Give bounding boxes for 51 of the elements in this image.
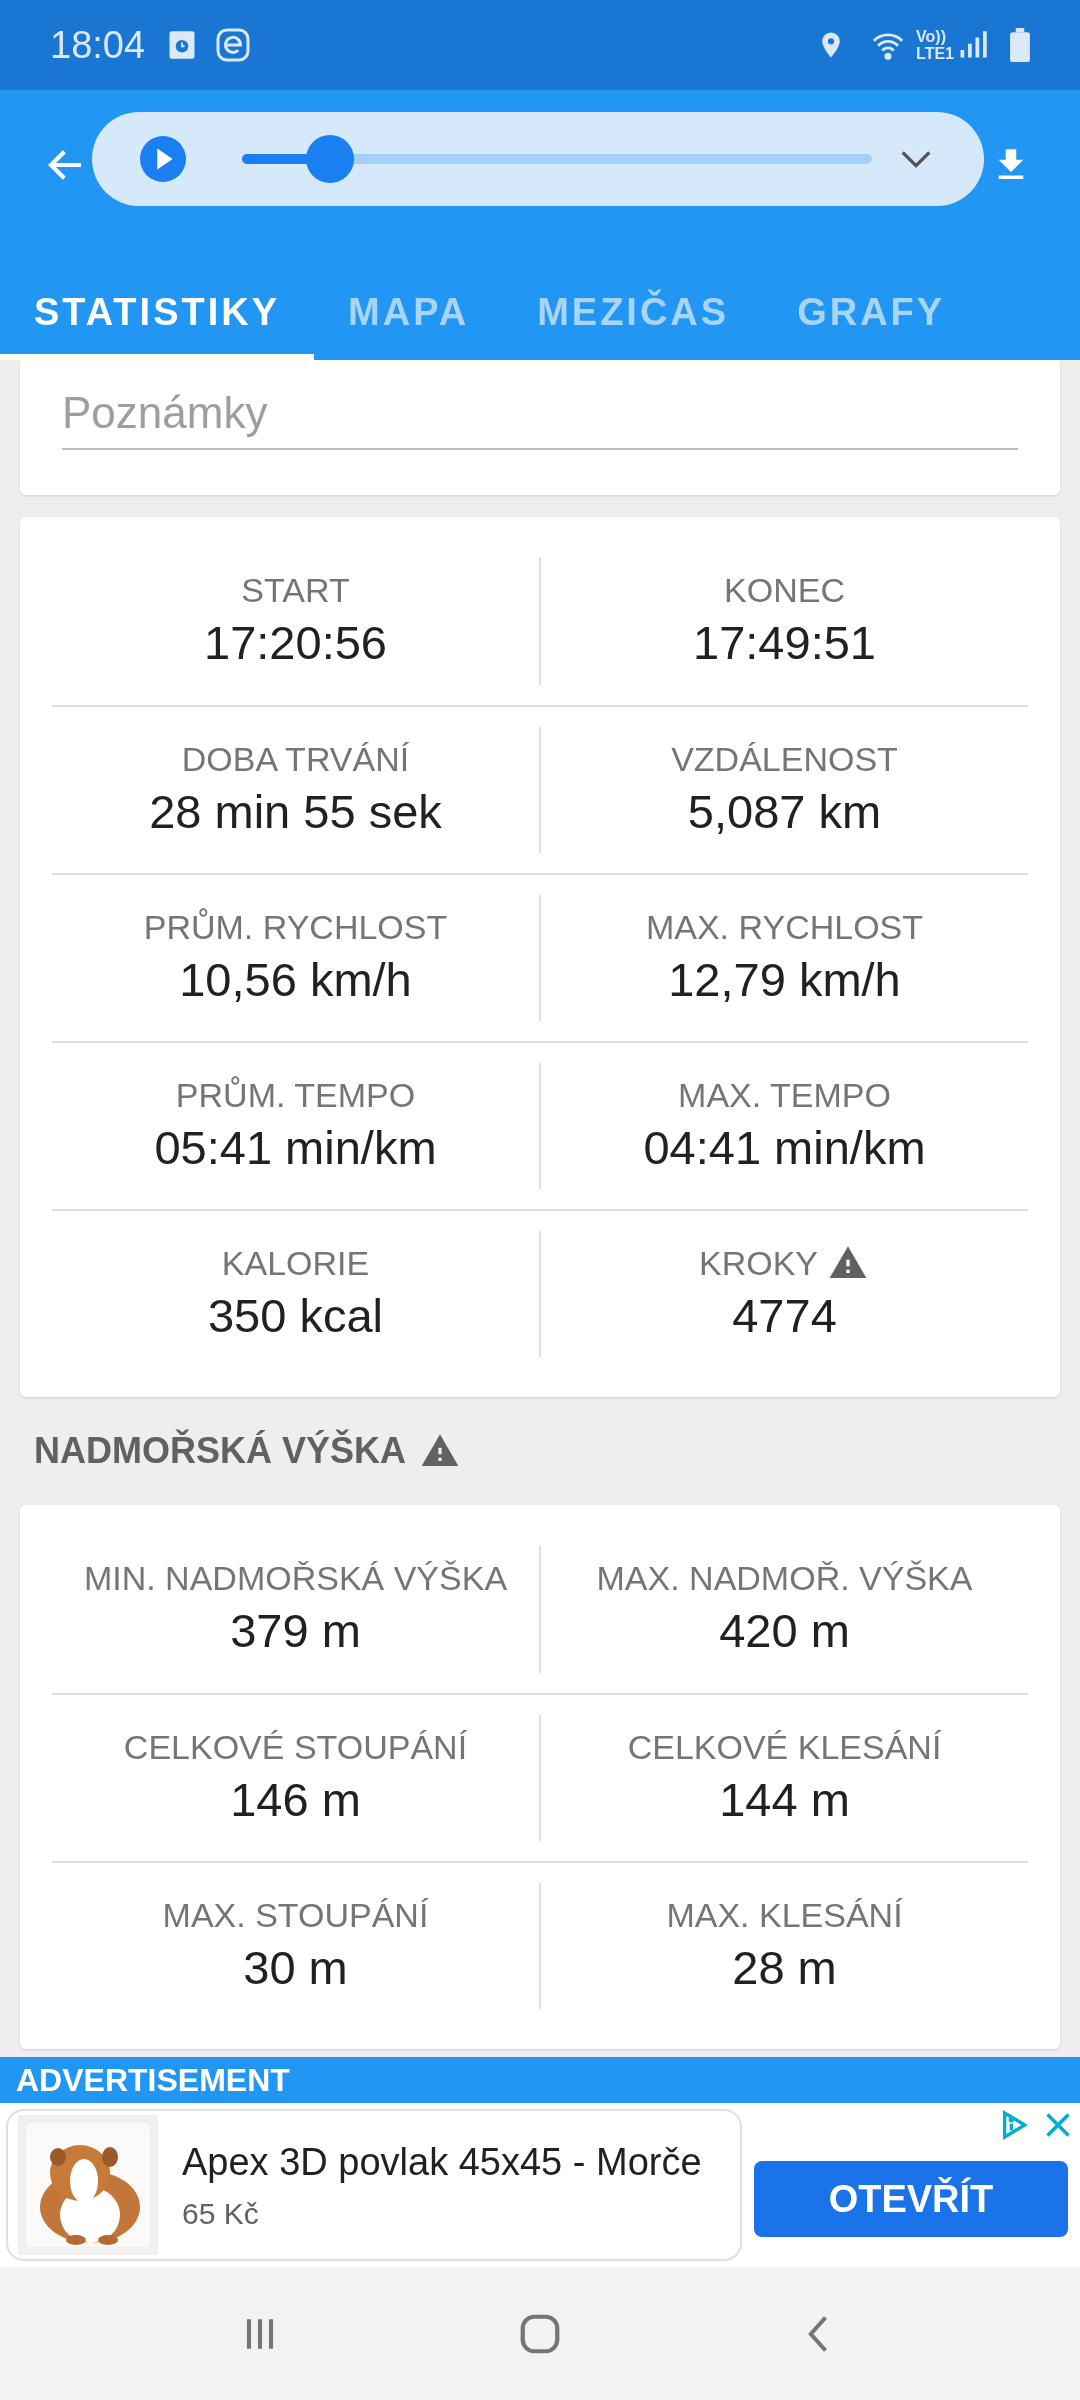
stat-label: PRŮM. RYCHLOST	[143, 907, 448, 948]
stat-label: CELKOVÉ KLESÁNÍ	[627, 1727, 942, 1768]
stat-value: 28 min 55 sek	[149, 784, 442, 840]
notes-card[interactable]: Poznámky	[20, 360, 1060, 495]
stat-label: VZDÁLENOST	[671, 739, 898, 780]
stat-value: 10,56 km/h	[179, 952, 412, 1008]
stat-value: 30 m	[243, 1940, 348, 1996]
stat-value: 350 kcal	[207, 1288, 384, 1344]
status-time: 18:04	[50, 22, 146, 68]
tab[interactable]: MAPA	[314, 240, 504, 360]
ad-price: 65 Kč	[182, 2196, 260, 2232]
stat-value: 420 m	[719, 1603, 850, 1659]
notes-field[interactable]: Poznámky	[62, 378, 1018, 450]
stat-label: MIN. NADMOŘSKÁ VÝŠKA	[83, 1558, 508, 1599]
tab[interactable]: GRAFY	[763, 240, 980, 360]
stat-value: 28 m	[732, 1940, 837, 1996]
app-icon	[215, 27, 252, 63]
stat-label: DOBA TRVÁNÍ	[181, 739, 410, 780]
stat-value: 4774	[732, 1288, 837, 1344]
open-button[interactable]: OTEVŘÍT	[754, 2161, 1068, 2237]
play-icon[interactable]	[140, 136, 186, 182]
stat-value: 17:20:56	[204, 615, 387, 671]
calendar-icon	[167, 29, 198, 61]
stat-value: 379 m	[230, 1603, 361, 1659]
stat-label: KROKY	[698, 1243, 818, 1284]
stat-label: MAX. RYCHLOST	[645, 907, 924, 948]
network-label: Vo)) LTE1	[916, 28, 954, 62]
ad-title: Apex 3D povlak 45x45 - Morče	[182, 2140, 702, 2185]
ad-label: ADVERTISEMENT	[16, 2061, 290, 2100]
tab[interactable]: MEZIČAS	[503, 240, 764, 360]
stat-label: MAX. KLESÁNÍ	[666, 1895, 903, 1936]
stat-value: 146 m	[230, 1772, 361, 1828]
battery-icon	[1010, 28, 1030, 62]
stat-value: 144 m	[719, 1772, 850, 1828]
stat-value: 04:41 min/km	[643, 1120, 926, 1176]
stat-label: MAX. TEMPO	[678, 1075, 891, 1116]
section-title: NADMOŘSKÁ VÝŠKA	[34, 1428, 407, 1473]
stat-label: CELKOVÉ STOUPÁNÍ	[123, 1727, 468, 1768]
ad-card[interactable]: Apex 3D povlak 45x45 - Morče 65 Kč	[6, 2109, 742, 2261]
close-icon[interactable]	[1044, 2111, 1072, 2139]
stat-label: MAX. STOUPÁNÍ	[162, 1895, 429, 1936]
stat-label: KONEC	[724, 570, 845, 611]
seek-slider[interactable]	[242, 135, 872, 183]
stat-value: 12,79 km/h	[668, 952, 901, 1008]
stat-value: 17:49:51	[693, 615, 876, 671]
stat-label: MAX. NADMOŘ. VÝŠKA	[596, 1558, 973, 1599]
stat-value: 5,087 km	[687, 784, 882, 840]
stat-label: KALORIE	[221, 1243, 370, 1284]
stat-label: PRŮM. TEMPO	[175, 1075, 416, 1116]
stat-value: 05:41 min/km	[154, 1120, 437, 1176]
stat-label: START	[241, 570, 350, 611]
